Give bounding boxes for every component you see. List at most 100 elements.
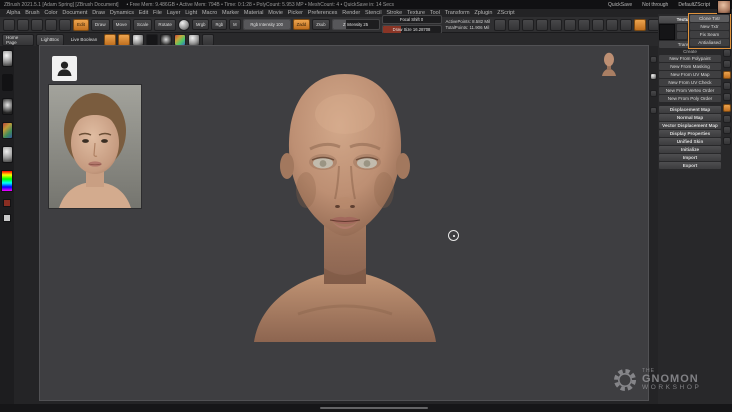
undo-icon[interactable]: [493, 18, 506, 31]
document-canvas[interactable]: [39, 45, 649, 401]
tray-icon-3[interactable]: [722, 49, 731, 57]
rgb-toggle[interactable]: Rgb: [211, 19, 228, 30]
texture-on-button[interactable]: [677, 24, 687, 31]
lightbox-toggle-icon[interactable]: [17, 18, 29, 31]
current-brush-icon[interactable]: [177, 18, 190, 31]
tray-icon-7[interactable]: [722, 115, 731, 123]
menu-macro[interactable]: Macro: [200, 10, 220, 16]
initialize-section[interactable]: Initialize: [659, 146, 721, 153]
normal-map-section[interactable]: Normal Map: [659, 114, 721, 121]
tray-active-icon-2[interactable]: [722, 104, 731, 112]
scale-mode-button[interactable]: Scale: [132, 18, 153, 31]
zadd-toggle[interactable]: Zadd: [292, 19, 311, 30]
new-txtr-button[interactable]: New Txtr: [690, 23, 729, 30]
new-from-uv-check-button[interactable]: New From UV Check: [659, 79, 721, 86]
material-picker-icon[interactable]: [188, 33, 200, 46]
m-toggle[interactable]: M: [229, 19, 241, 30]
menu-picker[interactable]: Picker: [285, 10, 305, 16]
draw-size-slider[interactable]: Draw Size 16.28708: [381, 25, 442, 34]
texture-thumbnail[interactable]: [1, 122, 13, 139]
tray-icon-4[interactable]: [722, 60, 731, 68]
floor-grid-icon[interactable]: [563, 18, 576, 31]
menu-dynamics[interactable]: Dynamics: [107, 10, 136, 16]
menu-color[interactable]: Color: [42, 10, 60, 16]
alpha-picker-icon[interactable]: [160, 33, 172, 46]
redo-icon[interactable]: [507, 18, 520, 31]
sculptris-pro-icon[interactable]: [104, 33, 116, 46]
sculpted-head-model[interactable]: [240, 62, 450, 342]
quicksave-button[interactable]: QuickSave: [608, 2, 632, 8]
menu-zscript[interactable]: ZScript: [495, 10, 517, 16]
reference-photo[interactable]: [49, 85, 141, 208]
fix-seam-button[interactable]: Fix Seam: [690, 31, 729, 38]
polyframe-icon[interactable]: [633, 18, 646, 31]
menu-light[interactable]: Light: [183, 10, 200, 16]
display-properties-section[interactable]: Display Properties: [659, 130, 721, 137]
texture-map-thumbnail[interactable]: [659, 24, 675, 40]
tray-icon-8[interactable]: [722, 126, 731, 134]
alpha-thumbnail[interactable]: [1, 98, 13, 115]
new-from-polypaint-button[interactable]: New From Polypaint: [659, 55, 721, 62]
menu-layer[interactable]: Layer: [164, 10, 183, 16]
menu-file[interactable]: File: [151, 10, 165, 16]
rgb-intensity-slider[interactable]: Rgb Intensity 100: [242, 19, 291, 30]
divider-handle-icon[interactable]: [649, 56, 657, 63]
color-picker[interactable]: [1, 170, 13, 192]
document-icon[interactable]: [45, 18, 57, 31]
menu-alpha[interactable]: Alpha: [4, 10, 23, 16]
menu-edit[interactable]: Edit: [136, 10, 150, 16]
unified-skin-section[interactable]: Unified Skin: [659, 138, 721, 145]
menu-zplugin[interactable]: Zplugin: [472, 10, 495, 16]
menu-material[interactable]: Material: [242, 10, 266, 16]
new-from-uv-map-button[interactable]: New From UV Map: [659, 71, 721, 78]
secondary-color-swatch[interactable]: [3, 214, 11, 222]
dynamic-subdiv-icon[interactable]: [118, 33, 130, 46]
live-boolean-toggle[interactable]: Live Boolean: [66, 34, 102, 46]
import-button[interactable]: Import: [659, 154, 721, 161]
tray-active-icon[interactable]: [722, 71, 731, 79]
gradient-picker-icon[interactable]: [202, 33, 214, 46]
user-avatar[interactable]: [717, 0, 731, 14]
clone-txtr-button[interactable]: Clone Txtr: [690, 15, 729, 22]
tray-icon-6[interactable]: [722, 93, 731, 101]
transparency-icon[interactable]: [577, 18, 590, 31]
edit-mode-button[interactable]: Edit: [73, 18, 89, 31]
spotlight-avatar-box[interactable]: [52, 56, 77, 81]
frame-icon[interactable]: [521, 18, 534, 31]
displacement-map-section[interactable]: Displacement Map: [659, 106, 721, 113]
lightbox-button[interactable]: LightBox: [36, 33, 64, 46]
main-color-swatch[interactable]: [3, 199, 11, 207]
mrgb-toggle[interactable]: Mrgb: [191, 19, 210, 30]
local-symmetry-icon[interactable]: [535, 18, 548, 31]
horizontal-scrollbar[interactable]: [320, 407, 428, 409]
quicksketch-icon[interactable]: [31, 18, 43, 31]
brush-thumbnail[interactable]: [1, 50, 13, 67]
stroke-picker-icon[interactable]: [146, 33, 158, 46]
antialiased-toggle[interactable]: Antialiased: [690, 39, 729, 46]
perspective-icon[interactable]: [549, 18, 562, 31]
rotate-mode-button[interactable]: Rotate: [154, 18, 176, 31]
stroke-thumbnail[interactable]: [1, 74, 13, 91]
menu-marker[interactable]: Marker: [220, 10, 242, 16]
tray-icon-9[interactable]: [722, 137, 731, 145]
menu-transform[interactable]: Transform: [442, 10, 472, 16]
tool-preview-thumbnail[interactable]: [601, 52, 617, 76]
xpose-icon[interactable]: [619, 18, 632, 31]
new-from-vertex-order-button[interactable]: New From Vertex Order: [659, 87, 721, 94]
menu-movie[interactable]: Movie: [266, 10, 285, 16]
menu-render[interactable]: Render: [340, 10, 363, 16]
z-intensity-slider[interactable]: Z Intensity 25: [331, 19, 380, 30]
menu-document[interactable]: Document: [60, 10, 90, 16]
tray-toggle-icon[interactable]: [649, 107, 657, 114]
solo-icon[interactable]: [605, 18, 618, 31]
tray-slider-icon[interactable]: [649, 90, 657, 97]
menu-preferences[interactable]: Preferences: [305, 10, 339, 16]
menu-draw[interactable]: Draw: [90, 10, 108, 16]
move-mode-button[interactable]: Move: [111, 18, 131, 31]
draw-mode-button[interactable]: Draw: [90, 18, 110, 31]
grid-icon[interactable]: [59, 18, 71, 31]
new-from-poly-order-button[interactable]: New From Poly Order: [659, 95, 721, 102]
menu-brush[interactable]: Brush: [23, 10, 42, 16]
quick-material-icon[interactable]: [649, 73, 657, 80]
zsub-toggle[interactable]: Zsub: [312, 19, 330, 30]
